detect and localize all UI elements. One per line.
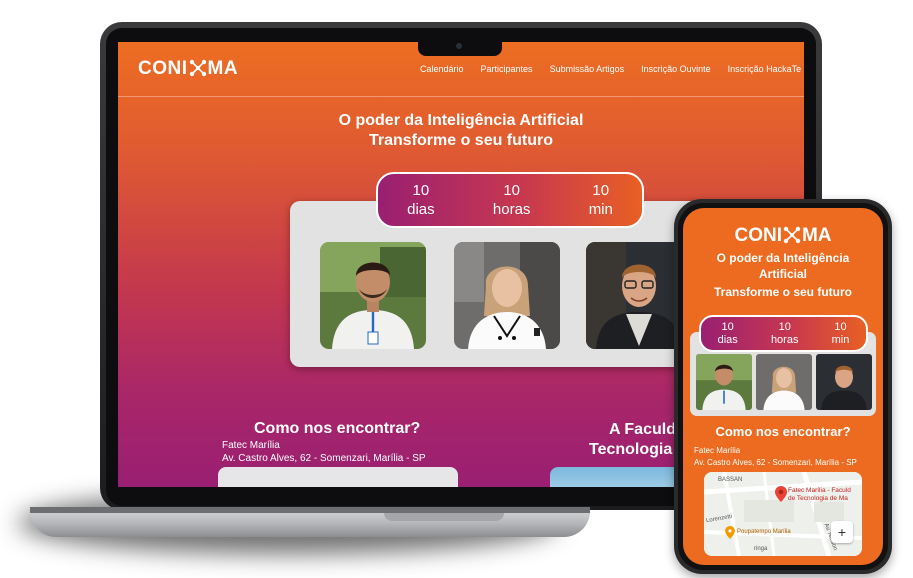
phone-location-heading: Como nos encontrar?: [715, 424, 851, 439]
laptop-trackpad-groove: [384, 513, 504, 521]
network-logo-icon: [188, 58, 208, 80]
logo[interactable]: CONI MA: [138, 58, 238, 80]
map-embed[interactable]: [218, 467, 458, 487]
phone-screen: CONI MA O poder da Inteligência Artificia…: [683, 208, 883, 565]
location-address: Av. Castro Alves, 62 - Somenzari, Maríli…: [222, 453, 426, 464]
phone-countdown-timer: 10 dias 10 horas 10 min: [699, 315, 868, 352]
hero-title-line2: Transforme o seu futuro: [368, 132, 554, 149]
nav-links: Calendário Participantes Submissão Artig…: [420, 64, 801, 74]
countdown-timer: 10 dias 10 horas 10 min: [376, 172, 644, 228]
phone-location-place: Fatec Marília: [694, 446, 741, 455]
map-zoom-in-button[interactable]: +: [831, 521, 853, 543]
nav-link-inscricao-ouvinte[interactable]: Inscrição Ouvinte: [641, 64, 711, 74]
phone-map-embed[interactable]: BASSAN Lorenzetti Fatec Marília - Faculd…: [704, 472, 862, 556]
phone-title-line1: O poder da Inteligência: [716, 251, 850, 265]
nav-link-participantes[interactable]: Participantes: [481, 64, 533, 74]
phone-logo-right: MA: [801, 225, 832, 246]
phone-speaker-photo-1: [696, 354, 752, 410]
phone-speaker-photo-3: [816, 354, 872, 410]
map-pin-icon[interactable]: [775, 486, 787, 502]
location-heading: Como nos encontrar?: [254, 420, 421, 437]
network-logo-icon: [782, 225, 802, 246]
map-poi-label: Poupatempo Marília: [737, 529, 791, 535]
phone-countdown-minutes: 10 min: [831, 320, 850, 346]
phone-speaker-photo-2: [756, 354, 812, 410]
faculty-heading-line2: Tecnologia: [589, 441, 673, 458]
phone-countdown-days: 10 dias: [717, 320, 738, 346]
location-place: Fatec Marília: [222, 440, 280, 451]
speaker-photo-2: [454, 242, 560, 349]
speaker-photo-1: [320, 242, 426, 349]
nav-link-inscricao-hackathon[interactable]: Inscrição HackaTe: [728, 64, 802, 74]
map-pin-label-line2: de Tecnologia de Ma: [788, 495, 848, 502]
laptop-hinge: [30, 507, 590, 513]
hero-title-line1: O poder da Inteligência Artificial: [338, 112, 584, 129]
logo-text-right: MA: [207, 58, 239, 79]
map-street-label-1: BASSAN: [718, 477, 743, 483]
map-street-label-4: ringa: [754, 546, 768, 552]
nav-link-calendario[interactable]: Calendário: [420, 64, 464, 74]
logo-text-left: CONI: [138, 58, 188, 79]
phone-logo-left: CONI: [734, 225, 782, 246]
camera-icon: [456, 43, 462, 49]
poi-pin-icon[interactable]: [725, 526, 735, 539]
faculty-heading-line1: A Faculd: [609, 421, 676, 438]
countdown-minutes: 10 min: [588, 182, 613, 218]
countdown-hours: 10 horas: [492, 182, 531, 218]
phone-title-line2: Artificial: [758, 267, 807, 281]
nav-link-submissao-artigos[interactable]: Submissão Artigos: [550, 64, 625, 74]
phone-location-address: Av. Castro Alves, 62 - Somenzari, Maríli…: [694, 458, 857, 467]
countdown-days: 10 dias: [407, 182, 435, 218]
phone-title-line3: Transforme o seu futuro: [713, 285, 853, 299]
phone-logo[interactable]: CONI MA: [683, 225, 883, 247]
phone-countdown-hours: 10 horas: [770, 320, 799, 346]
map-pin-label-line1: Fatec Marília - Faculd: [788, 487, 851, 494]
